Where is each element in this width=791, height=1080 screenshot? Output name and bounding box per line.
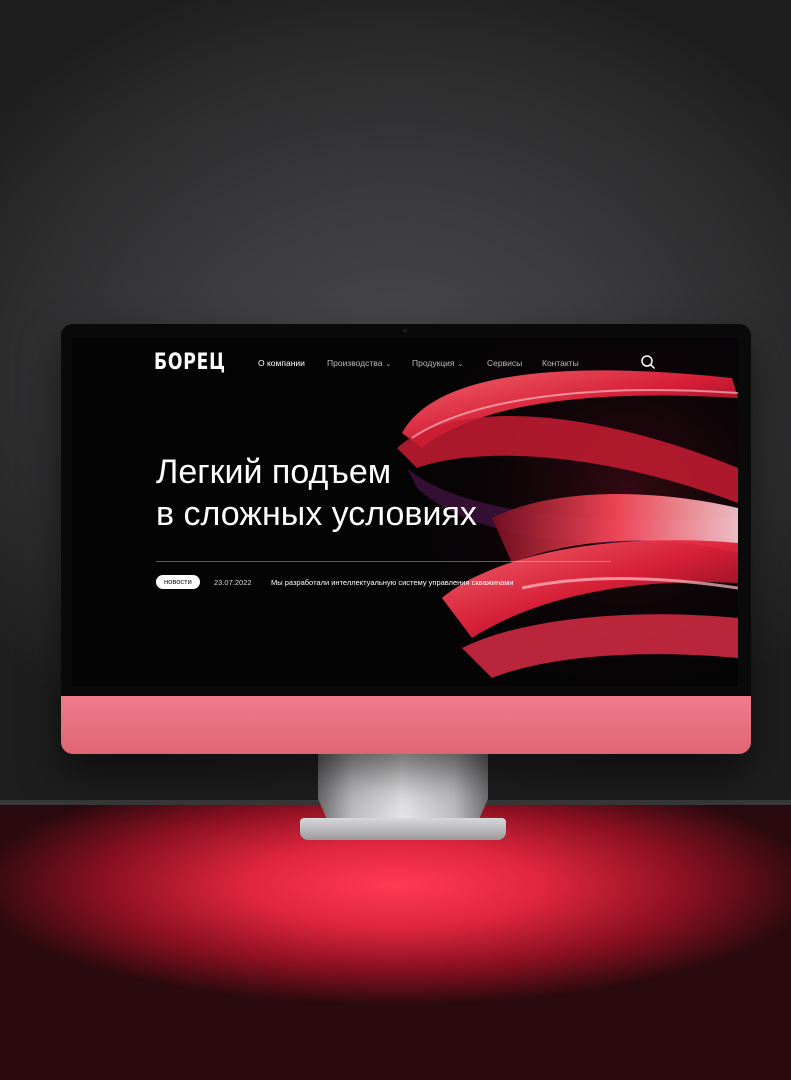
nav-item-production[interactable]: Производства ⌄ (327, 358, 391, 368)
site-logo[interactable]: БОРЕЦ (154, 350, 226, 375)
nav-item-contacts[interactable]: Контакты (542, 358, 579, 368)
news-date: 23.07.2022 (214, 578, 252, 587)
monitor-stand-base (300, 818, 506, 840)
news-tag-badge[interactable]: новости (156, 575, 200, 589)
hero-title-line-2: в сложных условиях (156, 495, 477, 533)
nav-item-label: Производства (327, 358, 383, 368)
nav-item-about[interactable]: О компании (258, 358, 305, 368)
hero-title: Легкий подъем в сложных условиях (156, 451, 477, 535)
nav-item-label: Сервисы (487, 358, 523, 368)
monitor-chin (61, 696, 751, 754)
nav-item-label: Контакты (542, 358, 579, 368)
hero-title-line-1: Легкий подъем (156, 453, 392, 491)
news-headline-link[interactable]: Мы разработали интеллектуальную систему … (271, 578, 514, 587)
nav-item-services[interactable]: Сервисы (487, 358, 522, 368)
search-icon[interactable] (640, 354, 656, 370)
nav-item-label: Продукция (412, 358, 455, 368)
website-screen: БОРЕЦ О компании Производства ⌄ Продукция… (72, 338, 738, 686)
site-header: БОРЕЦ О компании Производства ⌄ Продукция… (72, 338, 738, 388)
nav-item-products[interactable]: Продукция ⌄ (412, 358, 463, 368)
nav-item-label: О компании (258, 358, 305, 368)
hero-divider (156, 561, 611, 562)
chevron-down-icon: ⌄ (385, 361, 392, 368)
desk-surface (0, 805, 791, 1080)
camera-dot (403, 329, 407, 333)
chevron-down-icon: ⌄ (457, 361, 464, 368)
